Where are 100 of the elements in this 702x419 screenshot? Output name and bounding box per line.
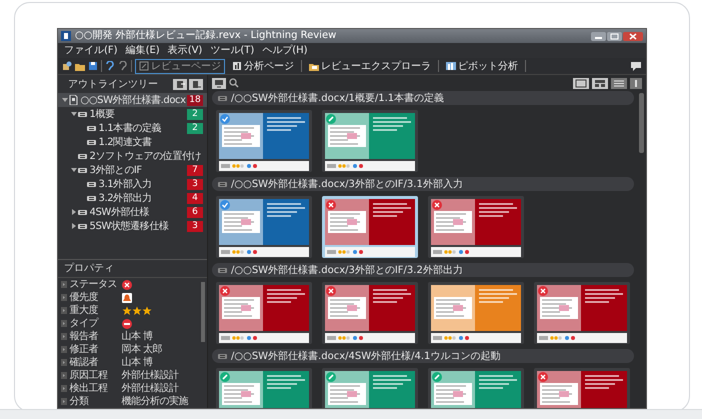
tree-item[interactable]: 4SW外部仕様 6 [58,205,207,219]
review-card[interactable] [322,110,418,172]
expand-arrow-icon[interactable] [61,346,67,353]
tree-item[interactable]: ○○SW外部仕様書.docx 18 [58,93,207,107]
comment-lines-drawing [479,375,517,390]
chart-page-icon [232,61,242,71]
save-icon[interactable] [88,61,98,71]
collapse-arrow-icon[interactable] [71,167,77,173]
collapse-arrow-icon[interactable] [71,111,77,117]
toolbar-button[interactable]: ピボット分析 [442,58,522,74]
review-card[interactable] [322,282,418,344]
expand-arrow-icon[interactable] [61,320,67,327]
expand-arrow-icon[interactable] [61,307,67,314]
section-icon [87,194,96,202]
menu-item[interactable]: ヘルプ(H) [262,44,308,57]
toolbar-button[interactable]: レビューページ [135,58,225,74]
star-icon [132,306,142,316]
property-label: 優先度 [70,290,99,304]
comment-lines-drawing [373,289,411,304]
unlink-icon[interactable] [118,61,128,71]
property-value: 機能分析の実施 [122,394,188,408]
review-card[interactable] [216,110,312,172]
toolbar-button[interactable]: 分析ページ [228,58,298,74]
property-label: 報告者 [70,330,99,344]
tree-item[interactable]: 3.1外部入力 3 [58,177,207,191]
star-icon [122,306,132,316]
menu-item[interactable]: ツール(T) [210,44,254,57]
section-icon [78,110,87,118]
error-status-icon [122,280,132,290]
tree-item[interactable]: 5SW状態遷移仕様 3 [58,219,207,233]
tree-item[interactable]: 3.2外部出力 4 [58,191,207,205]
tree-label: 3.2外部出力 [98,192,153,206]
page-icon[interactable] [189,78,203,90]
property-value: 岡本 太郎 [122,342,162,356]
comment-lines-drawing [267,203,305,218]
scrollbar[interactable] [201,282,205,342]
expand-arrow-icon[interactable] [61,294,67,301]
property-label: 検出工程 [70,382,109,396]
chart-icon [446,61,456,71]
document-thumbnail-drawing [219,285,263,331]
comment-icon[interactable] [630,60,642,72]
count-badge: 3 [187,178,203,190]
section-icon [87,124,96,132]
bell-icon [122,292,132,302]
new-file-icon[interactable] [62,61,72,71]
tree-item[interactable]: 1.2関連文書 [58,135,207,149]
search-icon[interactable] [229,78,239,88]
comment-lines-drawing [373,117,411,132]
review-card[interactable] [428,196,524,258]
tree-item[interactable]: 2ソフトウェアの位置付け [58,149,207,163]
review-card[interactable] [216,196,312,258]
menu-item[interactable]: ファイル(F) [64,44,118,57]
property-label: 分類 [70,394,90,408]
tree-label: 1.2関連文書 [98,136,153,150]
expand-arrow-icon[interactable] [61,385,67,392]
expand-arrow-icon[interactable] [61,333,67,340]
folder-icon[interactable] [75,61,85,71]
tree-item[interactable]: 1概要 2 [58,107,207,121]
menu-item[interactable]: 編集(E) [126,44,160,57]
expand-arrow-icon[interactable] [61,372,67,379]
review-card[interactable] [428,282,524,344]
expand-arrow-icon[interactable] [61,359,67,366]
collapse-arrow-icon[interactable] [62,97,68,103]
panel-title: プロパティ [64,262,114,276]
scrollbar[interactable] [639,93,644,153]
tree-item[interactable]: 1.1本書の定義 2 [58,121,207,135]
grid-view-icon[interactable] [592,78,608,88]
expand-arrow-icon[interactable] [61,398,67,405]
expand-arrow-icon[interactable] [71,223,77,229]
comment-lines-drawing [479,289,517,304]
property-label: ステータス [70,278,118,292]
review-card[interactable] [216,282,312,344]
expand-arrow-icon[interactable] [71,209,77,215]
monitor-icon[interactable] [212,78,226,88]
count-badge: 3 [187,220,203,232]
panel-toggle-icon[interactable] [630,78,642,88]
property-label: タイプ [70,316,100,330]
tree-label: 2ソフトウェアの位置付け [90,150,202,164]
expand-arrow-icon[interactable] [61,281,67,288]
property-value: 外部仕様設計 [122,382,178,396]
tree-item[interactable]: 3外部とのIF 7 [58,163,207,177]
minus-circle-icon [122,318,132,328]
property-value: 山本 博 [122,330,153,344]
app-logo-icon [61,31,71,41]
list-view-icon[interactable] [611,78,627,88]
review-card[interactable] [322,196,418,258]
fit-screen-icon[interactable] [573,78,589,88]
count-badge: 18 [187,94,203,106]
link-icon[interactable] [105,61,115,71]
property-label: 修正者 [70,342,99,356]
toolbar-button[interactable]: レビューエクスプローラ [305,58,435,74]
menu-item[interactable]: 表示(V) [168,44,202,57]
count-badge: 6 [187,206,203,218]
tree-label: 4SW外部仕様 [90,206,150,220]
section-icon [78,222,87,230]
folder-icon [309,61,319,71]
add-page-icon[interactable] [172,78,186,90]
document-thumbnail-drawing [431,285,475,331]
review-card[interactable] [534,282,630,344]
comment-lines-drawing [373,375,411,390]
